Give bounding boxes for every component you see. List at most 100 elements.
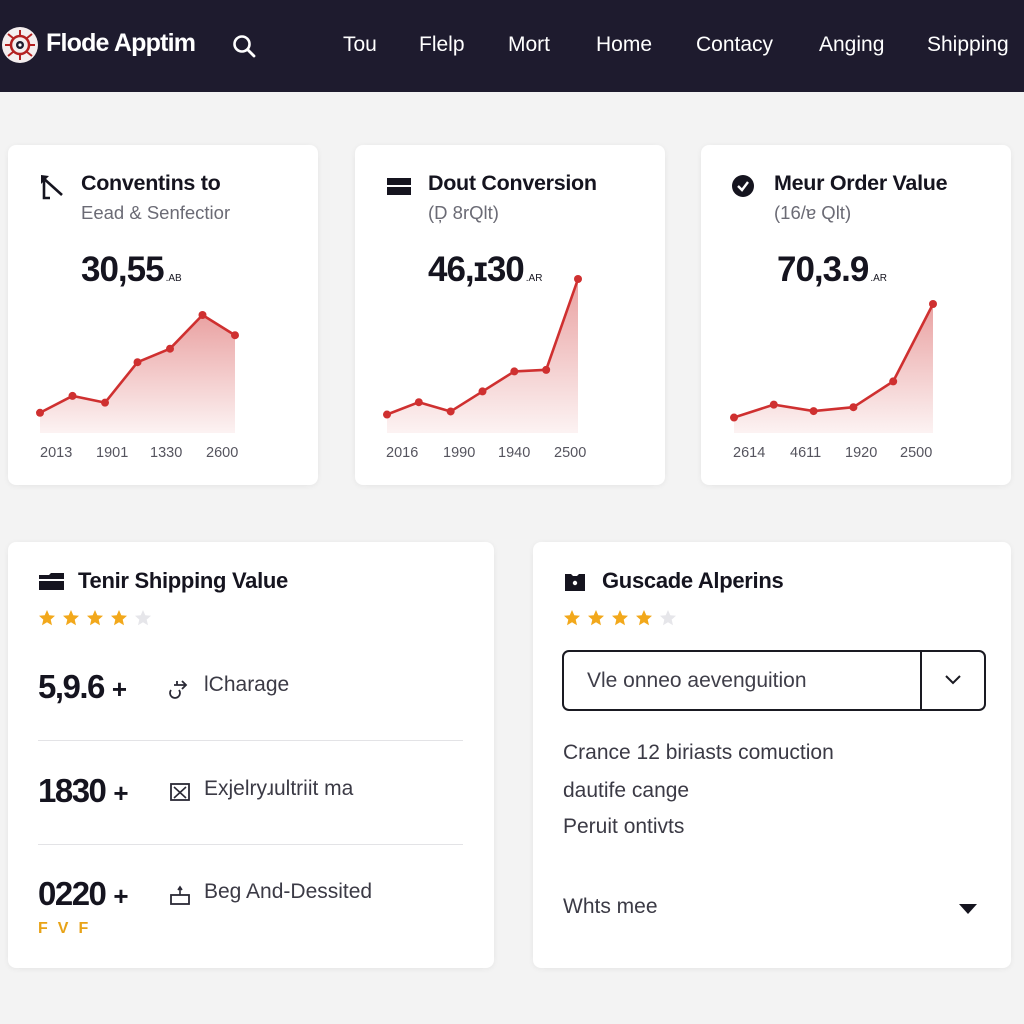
stat-row: 5,9.6 + lCharage xyxy=(38,668,468,728)
data-point xyxy=(574,275,582,283)
x-tick-label: 2600 xyxy=(206,445,239,461)
x-tick-label: 1920 xyxy=(845,445,878,461)
select-value: Vle onneo aevenguition xyxy=(587,669,807,692)
data-point xyxy=(231,331,239,340)
app-logo-icon[interactable] xyxy=(2,27,38,63)
x-tick-label: 4611 xyxy=(790,445,822,461)
badge-row: F V F xyxy=(38,920,88,938)
data-point xyxy=(68,391,77,400)
stat-number: 0220 xyxy=(38,875,107,912)
kpi-card-order-value: Meur Order Value (16/ɐ Qlt) 70,3.9 .AR 26… xyxy=(701,145,1011,485)
x-tick-label: 2614 xyxy=(733,445,766,461)
x-tick-label: 1901 xyxy=(96,445,129,461)
stat-label: Beg And-Dessited xyxy=(204,880,373,903)
stat-number: 1830 xyxy=(38,772,107,809)
stat-value: 1830 + xyxy=(38,772,129,810)
stat-suffix: + xyxy=(113,778,129,808)
data-point xyxy=(769,400,778,409)
nav-item-mort[interactable]: Mort xyxy=(508,33,550,57)
data-point xyxy=(198,311,207,319)
x-tick-label: 1330 xyxy=(150,445,183,461)
star-filled-icon xyxy=(87,610,103,626)
data-point xyxy=(133,358,142,367)
search-icon[interactable] xyxy=(232,34,256,63)
star-filled-icon xyxy=(111,610,127,626)
star-filled-icon xyxy=(63,610,79,626)
option-select[interactable]: Vle onneo aevenguition xyxy=(562,650,986,711)
info-line: dautife cange xyxy=(563,779,690,802)
x-tick-label: 2500 xyxy=(554,445,587,461)
nav-item-contacy[interactable]: Contacy xyxy=(696,33,773,57)
badge-icon: F xyxy=(38,920,48,937)
info-line: Peruit ontivts xyxy=(563,815,685,838)
sparkline-chart xyxy=(36,311,239,433)
nav-item-anging[interactable]: Anging xyxy=(819,33,884,57)
data-point xyxy=(101,398,109,407)
star-filled-icon xyxy=(39,610,55,626)
section-title: Guscade Alperins xyxy=(602,568,784,593)
info-line: Crance 12 biriasts comuction xyxy=(563,741,834,764)
badge-icon: F xyxy=(78,920,89,937)
stat-row: 1830 + Exjelryɹultriit ma xyxy=(38,772,468,832)
x-tick-label: 2013 xyxy=(40,445,73,461)
exchange-icon xyxy=(168,676,192,700)
top-navbar: Flode Apptim Tou Flelp Mort Home Contacy… xyxy=(0,0,1024,92)
kpi-card-dout-conversion: Dout Conversion (Ḑ 8rQlt) 46,ɪ30 .AR 2016… xyxy=(355,145,665,485)
star-filled-icon xyxy=(588,610,604,626)
select-toggle-button[interactable] xyxy=(920,652,984,709)
kpi-card-conversions: Conventins to Eead & Senfectior 30,55 .AB… xyxy=(8,145,318,485)
data-point xyxy=(36,408,44,417)
x-tick-label: 2500 xyxy=(900,445,933,461)
stat-suffix: + xyxy=(111,674,128,704)
divider xyxy=(38,844,463,845)
shipping-value-card: Tenir Shipping Value 5,9.6 + lCharage 183… xyxy=(8,542,494,968)
data-point xyxy=(889,377,898,386)
x-tick-label: 2016 xyxy=(386,445,419,461)
sparkline-chart xyxy=(383,275,582,433)
stat-label: lCharage xyxy=(204,673,290,696)
app-title[interactable]: Flode Apptim xyxy=(46,29,196,58)
area-fill xyxy=(40,315,235,433)
divider xyxy=(38,740,463,741)
area-fill xyxy=(387,279,578,433)
area-fill xyxy=(734,304,933,433)
stat-label: Exjelryɹultriit ma xyxy=(204,777,354,800)
data-point xyxy=(383,410,391,419)
x-box-icon xyxy=(168,780,192,804)
tray-icon xyxy=(38,571,65,593)
data-point xyxy=(809,407,818,416)
star-filled-icon xyxy=(564,610,580,626)
star-filled-icon xyxy=(612,610,628,626)
nav-item-tou[interactable]: Tou xyxy=(343,33,377,57)
data-point xyxy=(730,413,738,422)
x-tick-label: 1990 xyxy=(443,445,476,461)
section-title: Tenir Shipping Value xyxy=(78,568,288,593)
nav-item-shipping[interactable]: Shipping xyxy=(927,33,1009,57)
alperins-card: Guscade Alperins Vle onneo aevenguition … xyxy=(533,542,1011,968)
stat-value: 5,9.6 + xyxy=(38,668,127,706)
stat-value: 0220 + xyxy=(38,875,129,913)
footer-dropdown-label: Whts mee xyxy=(563,895,658,918)
stat-number: 5,9.6 xyxy=(38,668,105,705)
sparkline-chart xyxy=(730,300,937,433)
footer-dropdown[interactable]: Whts mee xyxy=(563,895,978,925)
data-point xyxy=(929,300,937,308)
camera-box-icon xyxy=(563,571,590,593)
chevron-down-icon xyxy=(945,675,961,685)
data-point xyxy=(478,387,487,396)
caret-down-icon xyxy=(959,904,977,914)
data-point xyxy=(510,367,519,376)
x-tick-label: 1940 xyxy=(498,445,531,461)
nav-item-home[interactable]: Home xyxy=(596,33,652,57)
stat-suffix: + xyxy=(113,881,129,911)
star-filled-icon xyxy=(636,610,652,626)
data-point xyxy=(446,407,455,416)
nav-item-flelp[interactable]: Flelp xyxy=(419,33,465,57)
data-point xyxy=(166,344,174,353)
rating-stars xyxy=(563,609,677,627)
rating-stars xyxy=(38,609,152,627)
star-empty-icon xyxy=(135,610,151,626)
data-point xyxy=(414,398,423,407)
data-point xyxy=(542,365,551,374)
data-point xyxy=(849,403,858,412)
